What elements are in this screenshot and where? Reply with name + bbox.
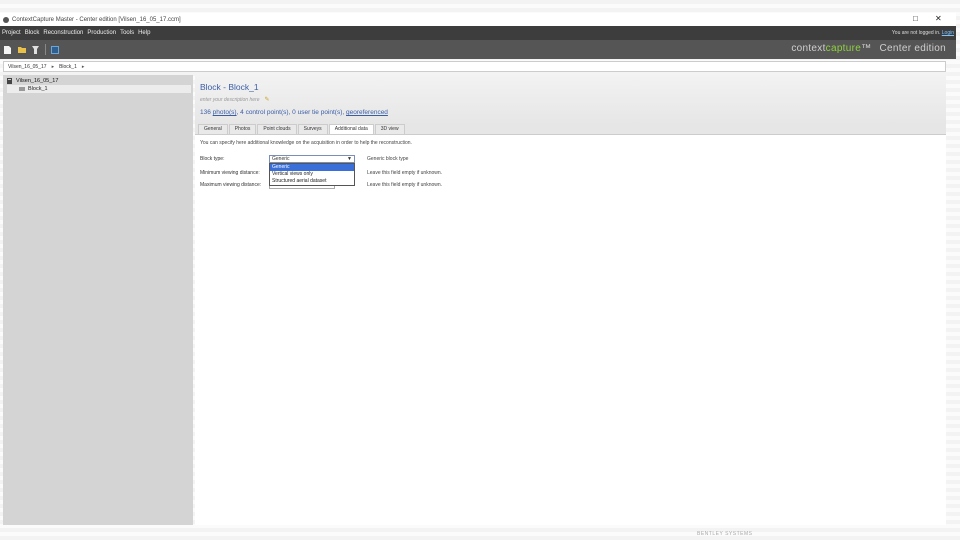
brand-edition: Center edition xyxy=(879,43,946,54)
description-row: enter your description here ✎ xyxy=(200,96,270,104)
menu-help[interactable]: Help xyxy=(138,30,150,36)
menu-production[interactable]: Production xyxy=(87,30,116,36)
new-project-icon[interactable] xyxy=(3,45,12,54)
block-type-dropdown: Generic Vertical views only Structured a… xyxy=(269,163,355,186)
tab-additional-data[interactable]: Additional data xyxy=(328,124,374,134)
block-panel: Block - Block_1 enter your description h… xyxy=(195,75,946,525)
block-header: Block - Block_1 enter your description h… xyxy=(195,75,946,125)
min-distance-label: Minimum viewing distance: xyxy=(200,170,260,176)
tab-general[interactable]: General xyxy=(198,124,228,134)
window-titlebar: ContextCapture Master - Center edition [… xyxy=(0,13,956,26)
recent-projects-icon[interactable] xyxy=(31,45,40,54)
block-title: Block - Block_1 xyxy=(200,82,259,92)
dropdown-option-vertical[interactable]: Vertical views only xyxy=(270,171,354,178)
menu-tools[interactable]: Tools xyxy=(120,30,134,36)
project-tree: Vilsen_16_05_17 Block_1 xyxy=(3,75,193,525)
photo-count: 136 xyxy=(200,109,211,116)
menu-block[interactable]: Block xyxy=(25,30,40,36)
project-file-icon xyxy=(7,78,13,84)
brand-prefix: context xyxy=(791,43,826,54)
bentley-watermark: BENTLEY SYSTEMS xyxy=(697,531,753,537)
brand-tm: ™ xyxy=(861,43,872,54)
login-link[interactable]: Login xyxy=(942,30,954,36)
description-field[interactable]: enter your description here xyxy=(200,97,259,103)
menubar: Project Block Reconstruction Production … xyxy=(0,26,956,40)
block-type-select[interactable]: Generic ▼ xyxy=(269,155,355,163)
spatial-framework-icon[interactable] xyxy=(50,45,59,54)
additional-data-intro: You can specify here additional knowledg… xyxy=(200,140,412,146)
breadcrumb: Vilsen_16_05_17 ▸ Block_1 ▸ xyxy=(3,61,946,72)
block-summary: 136 photo(s), 4 control point(s), 0 user… xyxy=(200,109,388,116)
block-type-label: Block type: xyxy=(200,156,225,162)
pencil-icon[interactable]: ✎ xyxy=(264,96,269,103)
open-project-icon[interactable] xyxy=(17,45,26,54)
breadcrumb-block[interactable]: Block_1 xyxy=(59,64,77,70)
close-button[interactable]: ✕ xyxy=(935,15,942,23)
tab-bar: General Photos Point clouds Surveys Addi… xyxy=(195,124,946,135)
chevron-down-icon: ▼ xyxy=(347,156,352,162)
toolbar-separator xyxy=(45,44,46,55)
tab-photos[interactable]: Photos xyxy=(228,124,257,134)
menu-project[interactable]: Project xyxy=(2,30,21,36)
summary-middle: , 4 control point(s), 0 user tie point(s… xyxy=(236,109,345,116)
georeferenced-link[interactable]: georeferenced xyxy=(346,109,388,116)
menu-reconstruction[interactable]: Reconstruction xyxy=(43,30,83,36)
tree-item-project-label: Vilsen_16_05_17 xyxy=(16,78,59,84)
block-type-value: Generic xyxy=(272,156,290,162)
dropdown-option-structured[interactable]: Structured aerial dataset xyxy=(270,178,354,185)
tab-3d-view[interactable]: 3D view xyxy=(374,124,405,134)
min-distance-hint: Leave this field empty if unknown. xyxy=(367,170,443,176)
user-status-text: You are not logged in. xyxy=(891,30,941,36)
brand-logo: contextcapture™ Center edition xyxy=(791,43,946,54)
maximize-button[interactable]: □ xyxy=(913,15,918,23)
photos-link[interactable]: photo(s) xyxy=(213,109,237,116)
window-title: ContextCapture Master - Center edition [… xyxy=(12,16,181,23)
dropdown-option-generic[interactable]: Generic xyxy=(270,164,354,171)
brand-accent: capture xyxy=(825,43,862,54)
max-distance-hint: Leave this field empty if unknown. xyxy=(367,182,443,188)
breadcrumb-separator: ▸ xyxy=(51,63,55,70)
max-distance-label: Maximum viewing distance: xyxy=(200,182,262,188)
tree-item-block[interactable]: Block_1 xyxy=(7,85,191,93)
breadcrumb-separator: ▸ xyxy=(81,63,85,70)
tree-item-block-label: Block_1 xyxy=(28,86,48,92)
tab-surveys[interactable]: Surveys xyxy=(297,124,328,134)
block-type-hint: Generic block type xyxy=(367,156,409,162)
tree-item-project[interactable]: Vilsen_16_05_17 xyxy=(7,78,58,84)
app-icon xyxy=(3,16,9,23)
tab-point-clouds[interactable]: Point clouds xyxy=(257,124,297,134)
breadcrumb-project[interactable]: Vilsen_16_05_17 xyxy=(8,64,47,70)
block-icon xyxy=(19,86,25,92)
user-status: You are not logged in. Login xyxy=(892,30,954,36)
